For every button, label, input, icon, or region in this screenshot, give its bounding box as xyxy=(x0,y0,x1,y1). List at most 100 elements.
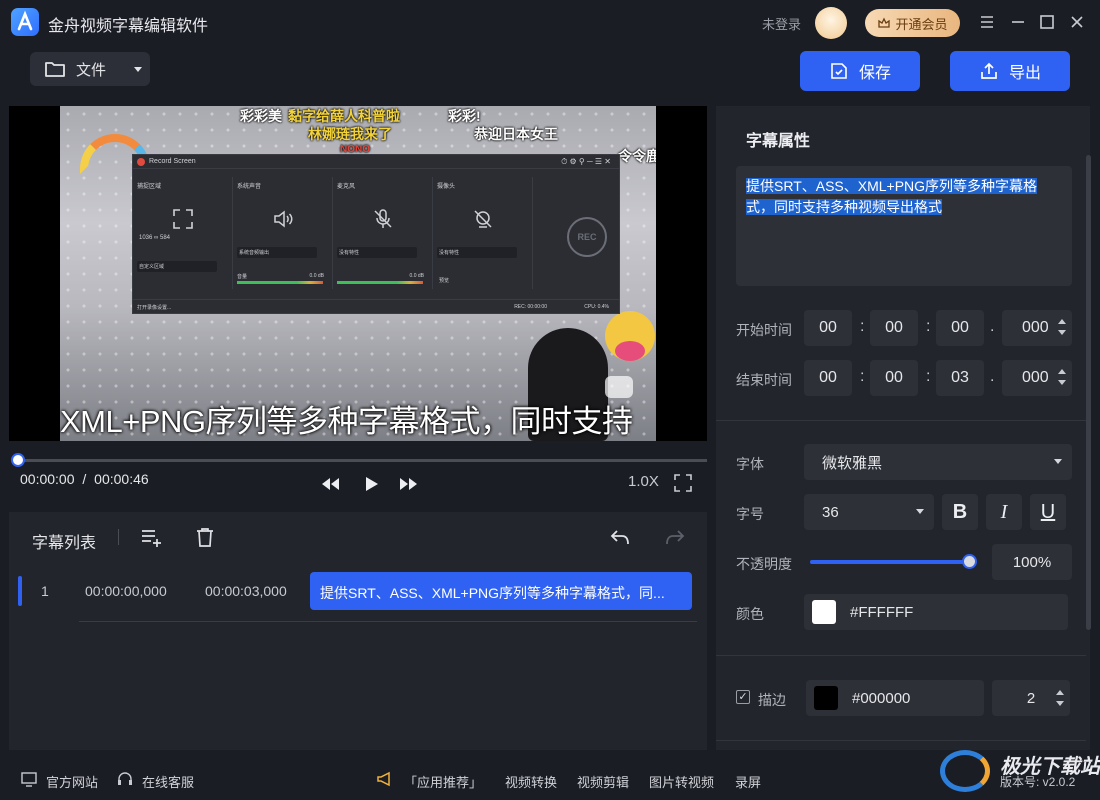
spinner-icon[interactable] xyxy=(1057,316,1067,338)
opacity-value[interactable]: 100% xyxy=(992,544,1072,580)
color-picker[interactable]: #FFFFFF xyxy=(804,594,1068,630)
opacity-slider[interactable] xyxy=(810,560,972,564)
watermark-logo-icon xyxy=(940,750,990,792)
italic-button[interactable]: I xyxy=(986,494,1022,530)
stroke-label: 描边 xyxy=(758,692,786,708)
fullscreen-icon[interactable] xyxy=(674,474,692,492)
progress-bar[interactable] xyxy=(17,459,707,462)
capture-area-icon xyxy=(173,209,193,229)
mic-select: 没有特性 xyxy=(337,247,417,258)
caption-text: 彩彩美 xyxy=(240,108,282,124)
mic-label: 麦克风 xyxy=(337,184,356,190)
record-screen-window: Record Screen ⏱ ⚙ ⚲ ─ ☰ ✕ 捕捉区域 1036 ∞ 58… xyxy=(132,154,620,314)
bold-button[interactable]: B xyxy=(942,494,978,530)
size-value: 36 xyxy=(822,503,839,521)
color-value: #FFFFFF xyxy=(850,603,914,621)
row-selected-marker xyxy=(18,576,22,606)
spinner-icon[interactable] xyxy=(1055,687,1065,709)
stroke-color-swatch xyxy=(814,686,838,710)
upload-icon xyxy=(981,62,997,79)
divider xyxy=(716,420,1086,421)
link-video-convert[interactable]: 视频转换 xyxy=(505,772,557,791)
system-audio-select: 系统音频输出 xyxy=(237,247,317,258)
play-icon[interactable] xyxy=(361,474,383,494)
folder-icon xyxy=(45,62,65,77)
add-subtitle-icon[interactable] xyxy=(140,526,162,548)
crown-icon xyxy=(878,17,891,28)
avatar[interactable] xyxy=(815,7,847,39)
spinner-icon[interactable] xyxy=(1057,366,1067,388)
start-second-field[interactable]: 00 xyxy=(936,310,984,346)
rewind-icon[interactable] xyxy=(319,474,341,494)
end-minute-field[interactable]: 00 xyxy=(870,360,918,396)
db-readout: 0.0 dB xyxy=(409,273,424,279)
start-minute-field[interactable]: 00 xyxy=(870,310,918,346)
capture-height: 584 xyxy=(159,235,170,241)
video-frame[interactable]: 彩彩美 黏字给薛人科普啦 彩彩! 林娜琏我来了 恭迎日本女王 NONO 令令鹿 … xyxy=(60,106,656,441)
vip-button[interactable]: 开通会员 xyxy=(865,9,960,37)
undo-icon[interactable] xyxy=(609,526,631,548)
stroke-color-picker[interactable]: #000000 xyxy=(806,680,984,716)
login-status[interactable]: 未登录 xyxy=(762,14,801,33)
progress-knob[interactable] xyxy=(11,453,25,467)
row-end-time[interactable]: 00:00:03,000 xyxy=(205,583,287,599)
stroke-checkbox[interactable]: ✓ xyxy=(736,690,750,704)
play-overlay-icon xyxy=(605,376,633,398)
fast-forward-icon[interactable] xyxy=(398,474,420,494)
file-menu-button[interactable]: 文件 xyxy=(30,52,150,86)
end-time-label: 结束时间 xyxy=(736,372,792,388)
save-icon xyxy=(831,63,847,79)
menu-icon[interactable] xyxy=(977,12,997,32)
opacity-label: 不透明度 xyxy=(736,556,792,572)
scrollbar[interactable] xyxy=(1086,155,1091,630)
rec-button: REC xyxy=(567,217,607,257)
stroke-color-value: #000000 xyxy=(852,689,911,707)
font-value: 微软雅黑 xyxy=(822,454,883,472)
size-label: 字号 xyxy=(736,506,764,522)
divider xyxy=(79,621,697,622)
redo-icon[interactable] xyxy=(664,526,686,548)
caption-text: 黏字给薛人科普啦 xyxy=(288,108,400,124)
link-video-edit[interactable]: 视频剪辑 xyxy=(577,772,629,791)
divider xyxy=(118,529,119,545)
minimize-icon[interactable] xyxy=(1008,12,1028,32)
camera-select: 没有特性 xyxy=(437,247,517,258)
maximize-icon[interactable] xyxy=(1037,12,1057,32)
color-label: 颜色 xyxy=(736,606,764,622)
subtitle-text-line: 式，同时支持多种视频导出格式 xyxy=(746,199,942,215)
end-second-field[interactable]: 03 xyxy=(936,360,984,396)
font-label: 字体 xyxy=(736,456,764,472)
recommend-label: 「应用推荐」 xyxy=(404,775,483,790)
monitor-icon xyxy=(20,770,38,788)
divider xyxy=(716,740,1086,741)
playback-speed[interactable]: 1.0X xyxy=(628,473,659,490)
properties-title: 字幕属性 xyxy=(746,133,811,150)
video-subtitle-overlay: XML+PNG序列等多种字幕格式，同时支持 xyxy=(60,404,633,439)
row-start-time[interactable]: 00:00:00,000 xyxy=(85,583,167,599)
caption-text: 恭迎日本女王 xyxy=(474,126,558,142)
close-icon[interactable] xyxy=(1067,12,1087,32)
subtitle-text-input[interactable]: 提供SRT、ASS、XML+PNG序列等多种字幕格 式，同时支持多种视频导出格式 xyxy=(736,166,1072,286)
end-hour-field[interactable]: 00 xyxy=(804,360,852,396)
size-select[interactable]: 36 xyxy=(804,494,934,530)
start-hour-field[interactable]: 00 xyxy=(804,310,852,346)
row-subtitle-text[interactable]: 提供SRT、ASS、XML+PNG序列等多种字幕格式，同... xyxy=(310,572,692,610)
divider xyxy=(716,655,1086,656)
underline-button[interactable]: U xyxy=(1030,494,1066,530)
link-image-to-video[interactable]: 图片转视频 xyxy=(649,772,714,791)
color-swatch xyxy=(812,600,836,624)
volume-label: 音量 xyxy=(237,274,248,280)
file-label: 文件 xyxy=(76,61,107,79)
db-readout: 0.0 dB xyxy=(309,273,324,279)
link-screen-record[interactable]: 录屏 xyxy=(735,772,761,791)
record-settings-link: 打开录像设置... xyxy=(137,305,172,311)
opacity-slider-knob[interactable] xyxy=(962,554,977,569)
current-time: 00:00:00 xyxy=(20,471,75,487)
save-button[interactable]: 保存 xyxy=(800,51,920,91)
chevron-down-icon xyxy=(134,66,143,72)
official-website-link[interactable]: 官方网站 xyxy=(46,772,98,791)
font-select[interactable]: 微软雅黑 xyxy=(804,444,1072,480)
export-button[interactable]: 导出 xyxy=(950,51,1070,91)
online-service-link[interactable]: 在线客服 xyxy=(142,772,194,791)
delete-icon[interactable] xyxy=(194,526,216,548)
